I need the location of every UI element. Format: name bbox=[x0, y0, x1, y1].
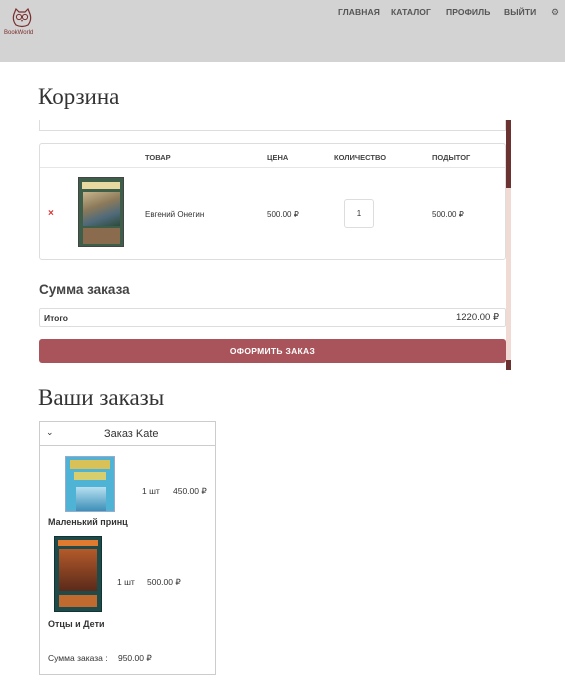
item-price: 500.00 ₽ bbox=[147, 577, 181, 587]
item-name[interactable]: Отцы и Дети bbox=[48, 619, 105, 629]
order-card: ⌄ Заказ Kate 1 шт 450.00 ₽ Маленький при… bbox=[39, 421, 216, 675]
nav-home[interactable]: ГЛАВНАЯ bbox=[338, 7, 380, 17]
book-cover-little-prince[interactable] bbox=[65, 456, 115, 512]
total-row: Итого 1220.00 ₽ bbox=[39, 308, 506, 327]
item-name[interactable]: Маленький принц bbox=[48, 517, 128, 527]
item-name[interactable]: Евгений Онегин bbox=[145, 210, 204, 219]
cart-top-strip bbox=[39, 120, 506, 131]
item-subtotal: 500.00 ₽ bbox=[432, 210, 464, 219]
col-product: ТОВАР bbox=[145, 153, 171, 162]
item-price: 500.00 ₽ bbox=[267, 210, 299, 219]
order-sum: Сумма заказа : 950.00 ₽ bbox=[48, 653, 152, 664]
checkout-button[interactable]: ОФОРМИТЬ ЗАКАЗ bbox=[39, 339, 506, 363]
cart-table: ТОВАР ЦЕНА КОЛИЧЕСТВО ПОДЫТОГ × Евгений … bbox=[39, 143, 506, 260]
nav-catalog[interactable]: КАТАЛОГ bbox=[391, 7, 431, 17]
book-cover-fathers-and-sons[interactable] bbox=[54, 536, 102, 612]
item-price: 450.00 ₽ bbox=[173, 486, 207, 496]
item-qty: 1 шт bbox=[142, 486, 160, 496]
col-subtotal: ПОДЫТОГ bbox=[432, 153, 471, 162]
nav-profile[interactable]: ПРОФИЛЬ bbox=[446, 7, 490, 17]
order-title: Заказ Kate bbox=[104, 428, 159, 440]
order-sum-value: 950.00 ₽ bbox=[117, 653, 152, 663]
col-price: ЦЕНА bbox=[267, 153, 289, 162]
site-header: BookWorld ГЛАВНАЯ КАТАЛОГ ПРОФИЛЬ ВЫЙТИ … bbox=[0, 0, 565, 62]
cart-scrollbar[interactable] bbox=[506, 120, 511, 370]
book-cover-onegin[interactable] bbox=[78, 177, 124, 247]
scrollbar-thumb[interactable] bbox=[506, 120, 511, 188]
chevron-down-icon[interactable]: ⌄ bbox=[46, 427, 54, 438]
cart-title: Корзина bbox=[38, 84, 120, 109]
header-divider bbox=[40, 167, 505, 168]
order-sum-label: Сумма заказа : bbox=[48, 653, 108, 663]
col-quantity: КОЛИЧЕСТВО bbox=[334, 153, 387, 162]
quantity-input[interactable] bbox=[344, 199, 374, 228]
order-accordion-header[interactable]: ⌄ Заказ Kate bbox=[40, 422, 215, 446]
nav-logout[interactable]: ВЫЙТИ bbox=[504, 7, 536, 17]
scrollbar-end bbox=[506, 360, 511, 370]
orders-title: Ваши заказы bbox=[38, 385, 165, 410]
total-value: 1220.00 ₽ bbox=[455, 312, 499, 323]
owl-logo-icon bbox=[12, 8, 32, 28]
remove-icon[interactable]: × bbox=[48, 208, 54, 219]
total-label: Итого bbox=[44, 313, 68, 323]
order-summary-title: Сумма заказа bbox=[39, 282, 130, 297]
logo[interactable]: BookWorld bbox=[4, 8, 40, 42]
item-qty: 1 шт bbox=[117, 577, 135, 587]
gear-icon[interactable]: ⚙ bbox=[551, 7, 559, 18]
logo-text: BookWorld bbox=[4, 30, 34, 36]
